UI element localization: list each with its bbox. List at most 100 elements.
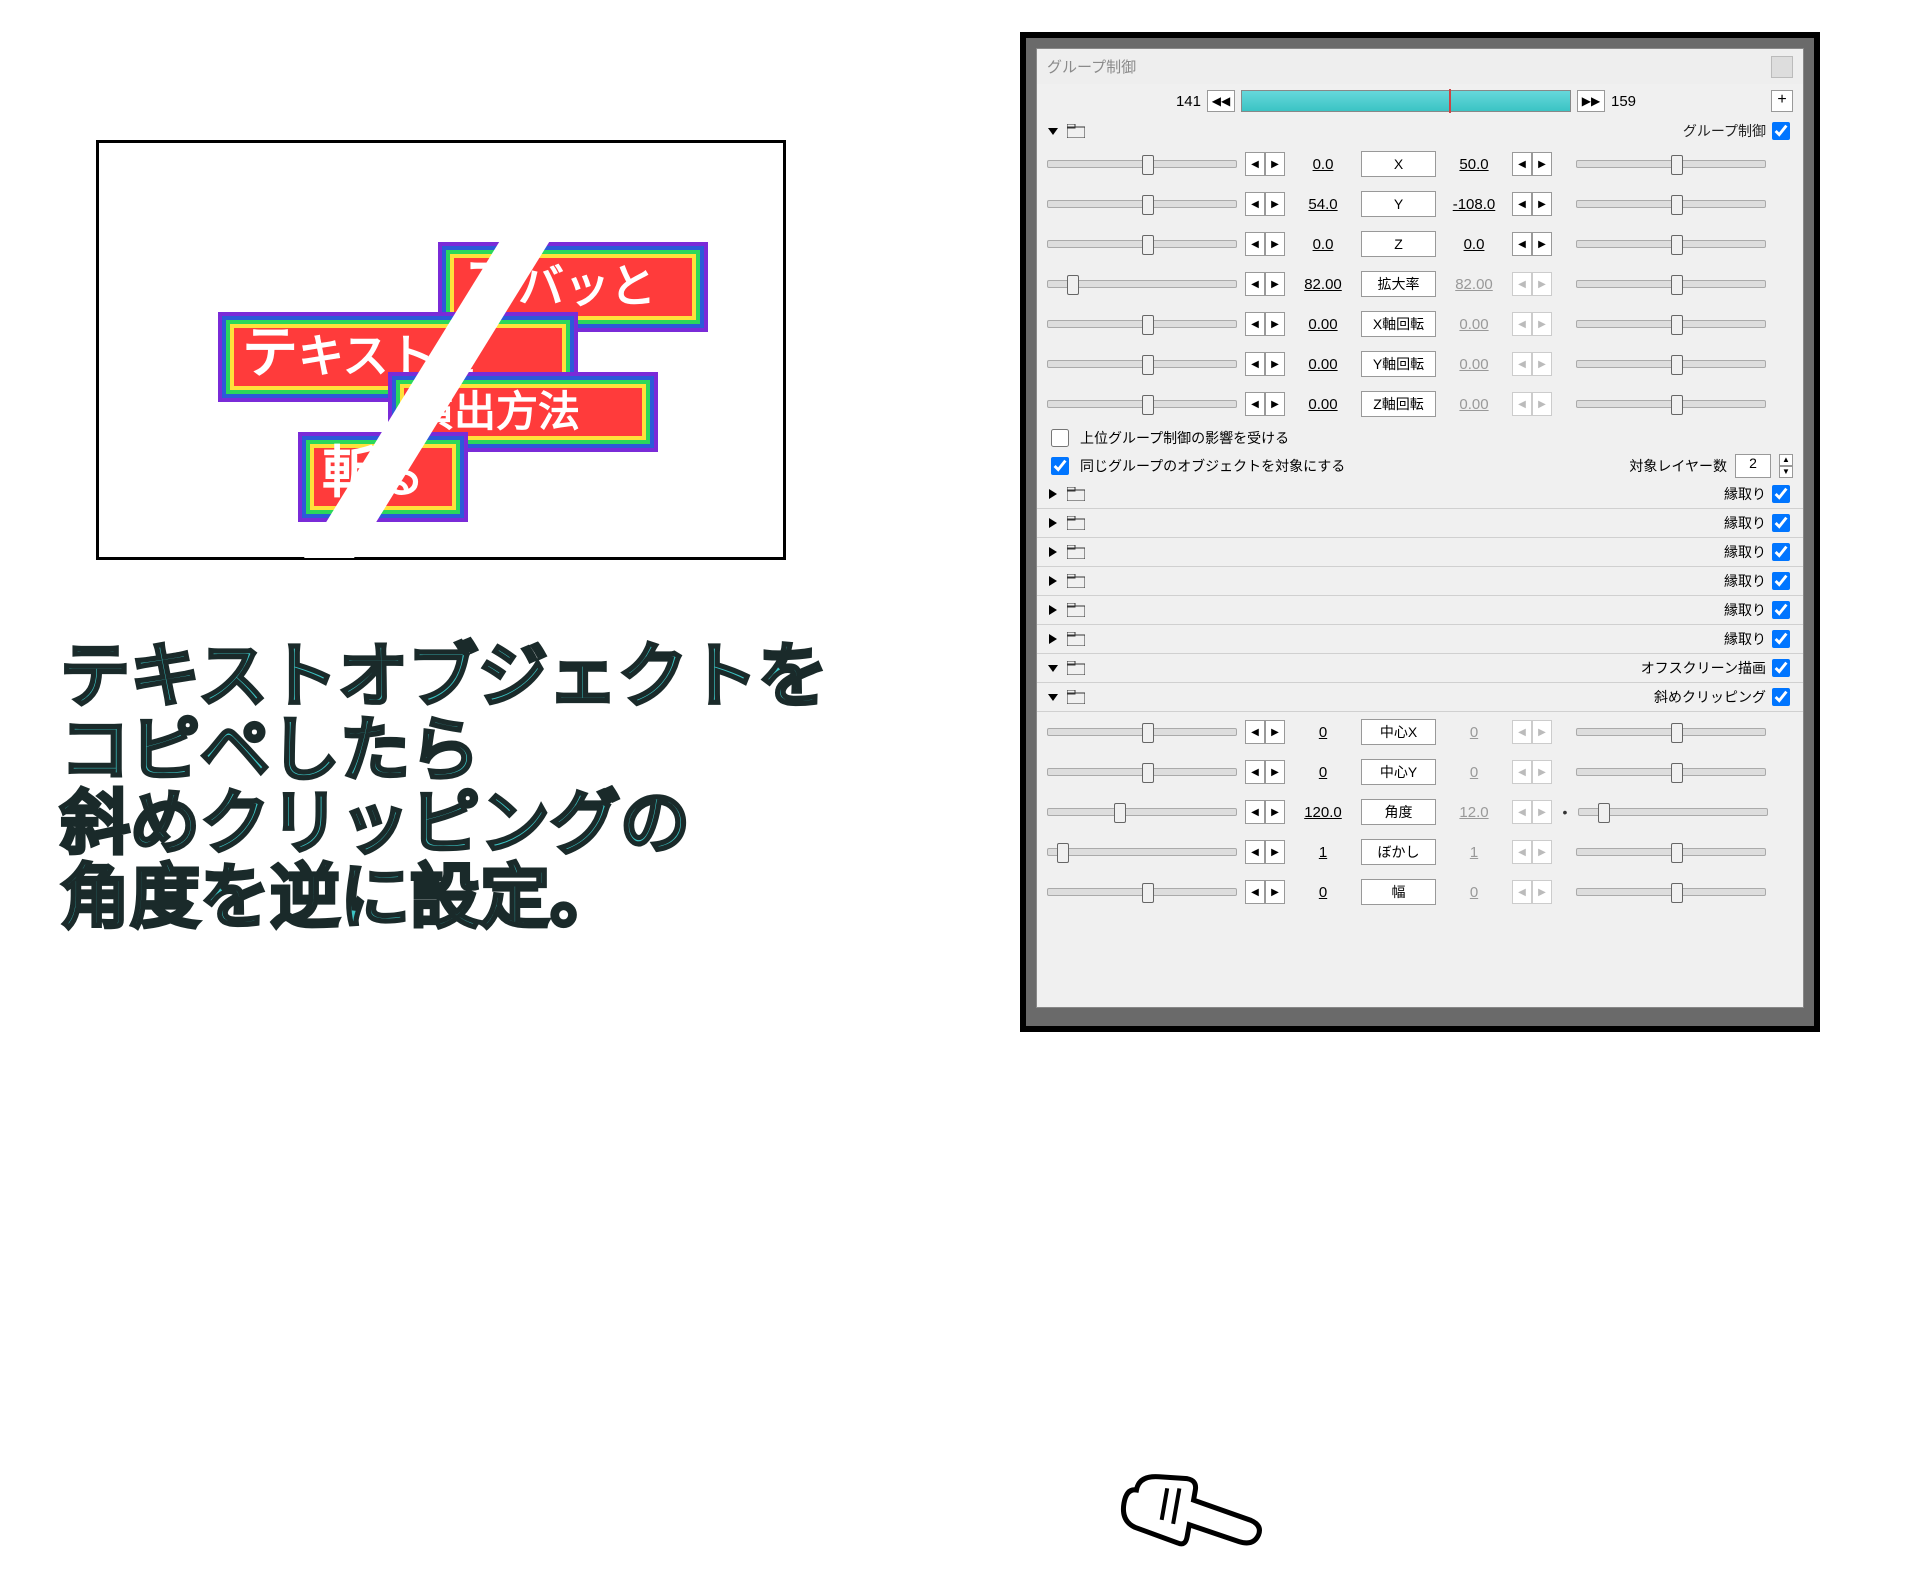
- stepper-right[interactable]: ◀▶: [1512, 760, 1552, 784]
- slider[interactable]: [1576, 728, 1766, 736]
- stepper-right[interactable]: ◀▶: [1512, 800, 1552, 824]
- add-button[interactable]: +: [1771, 90, 1793, 112]
- slider[interactable]: [1047, 160, 1237, 168]
- stepper-right[interactable]: ◀▶: [1512, 152, 1552, 176]
- slider[interactable]: [1047, 888, 1237, 896]
- border-checkbox[interactable]: [1772, 601, 1790, 619]
- slider[interactable]: [1576, 200, 1766, 208]
- param-name[interactable]: ぼかし: [1361, 839, 1436, 865]
- slider[interactable]: [1576, 160, 1766, 168]
- value-left[interactable]: 1: [1293, 844, 1353, 861]
- slider[interactable]: [1576, 400, 1766, 408]
- value-left[interactable]: 120.0: [1293, 804, 1353, 821]
- stepper-left[interactable]: ◀▶: [1245, 800, 1285, 824]
- slider[interactable]: [1047, 848, 1237, 856]
- collapse-icon[interactable]: [1047, 691, 1061, 703]
- value-left[interactable]: 0.0: [1293, 156, 1353, 173]
- param-name[interactable]: Y: [1361, 191, 1436, 217]
- value-right[interactable]: 0: [1444, 764, 1504, 781]
- slider[interactable]: [1047, 240, 1237, 248]
- stepper-left[interactable]: ◀▶: [1245, 720, 1285, 744]
- param-name[interactable]: 中心Y: [1361, 759, 1436, 785]
- slider[interactable]: [1576, 888, 1766, 896]
- expand-icon[interactable]: [1047, 633, 1061, 645]
- stepper-right[interactable]: ◀▶: [1512, 840, 1552, 864]
- stepper-left[interactable]: ◀▶: [1245, 232, 1285, 256]
- expand-icon[interactable]: [1047, 546, 1061, 558]
- param-name[interactable]: X軸回転: [1361, 311, 1436, 337]
- layer-down-button[interactable]: ▼: [1779, 466, 1793, 478]
- value-right[interactable]: 0: [1444, 884, 1504, 901]
- param-name[interactable]: 角度: [1361, 799, 1436, 825]
- value-right[interactable]: 50.0: [1444, 156, 1504, 173]
- slider[interactable]: [1047, 400, 1237, 408]
- param-name[interactable]: X: [1361, 151, 1436, 177]
- stepper-left[interactable]: ◀▶: [1245, 312, 1285, 336]
- layer-count-input[interactable]: 2: [1735, 454, 1771, 478]
- slider[interactable]: [1047, 768, 1237, 776]
- value-left[interactable]: 0.0: [1293, 236, 1353, 253]
- param-name[interactable]: Z軸回転: [1361, 391, 1436, 417]
- slider[interactable]: [1576, 280, 1766, 288]
- stepper-right[interactable]: ◀▶: [1512, 392, 1552, 416]
- collapse-icon[interactable]: [1047, 125, 1061, 137]
- slider[interactable]: [1047, 360, 1237, 368]
- stepper-right[interactable]: ◀▶: [1512, 272, 1552, 296]
- param-name[interactable]: 中心X: [1361, 719, 1436, 745]
- border-checkbox[interactable]: [1772, 572, 1790, 590]
- border-checkbox[interactable]: [1772, 514, 1790, 532]
- slider[interactable]: [1047, 280, 1237, 288]
- stepper-right[interactable]: ◀▶: [1512, 720, 1552, 744]
- stepper-right[interactable]: ◀▶: [1512, 312, 1552, 336]
- stepper-left[interactable]: ◀▶: [1245, 840, 1285, 864]
- value-right[interactable]: 0: [1444, 724, 1504, 741]
- timeline-track[interactable]: [1241, 90, 1571, 112]
- clip-checkbox[interactable]: [1772, 688, 1790, 706]
- slider[interactable]: [1576, 768, 1766, 776]
- expand-icon[interactable]: [1047, 575, 1061, 587]
- border-checkbox[interactable]: [1772, 630, 1790, 648]
- collapse-icon[interactable]: [1047, 662, 1061, 674]
- value-right[interactable]: 82.00: [1444, 276, 1504, 293]
- stepper-left[interactable]: ◀▶: [1245, 272, 1285, 296]
- offscreen-checkbox[interactable]: [1772, 659, 1790, 677]
- next-keyframe-button[interactable]: ▶▶: [1577, 90, 1605, 112]
- stepper-left[interactable]: ◀▶: [1245, 760, 1285, 784]
- value-right[interactable]: 12.0: [1444, 804, 1504, 821]
- prev-keyframe-button[interactable]: ◀◀: [1207, 90, 1235, 112]
- value-left[interactable]: 0: [1293, 724, 1353, 741]
- slider[interactable]: [1576, 848, 1766, 856]
- stepper-left[interactable]: ◀▶: [1245, 880, 1285, 904]
- param-name[interactable]: 拡大率: [1361, 271, 1436, 297]
- slider[interactable]: [1047, 728, 1237, 736]
- border-checkbox[interactable]: [1772, 485, 1790, 503]
- slider[interactable]: [1047, 808, 1237, 816]
- value-right[interactable]: 0.00: [1444, 396, 1504, 413]
- expand-icon[interactable]: [1047, 488, 1061, 500]
- value-left[interactable]: 0.00: [1293, 396, 1353, 413]
- stepper-left[interactable]: ◀▶: [1245, 192, 1285, 216]
- value-left[interactable]: 0: [1293, 884, 1353, 901]
- expand-icon[interactable]: [1047, 517, 1061, 529]
- value-right[interactable]: 0.00: [1444, 356, 1504, 373]
- value-right[interactable]: -108.0: [1444, 196, 1504, 213]
- value-left[interactable]: 0.00: [1293, 316, 1353, 333]
- close-button[interactable]: [1771, 56, 1793, 78]
- value-left[interactable]: 54.0: [1293, 196, 1353, 213]
- value-left[interactable]: 0: [1293, 764, 1353, 781]
- value-right[interactable]: 1: [1444, 844, 1504, 861]
- layer-up-button[interactable]: ▲: [1779, 454, 1793, 466]
- stepper-right[interactable]: ◀▶: [1512, 192, 1552, 216]
- value-right[interactable]: 0.00: [1444, 316, 1504, 333]
- slider[interactable]: [1578, 808, 1768, 816]
- value-left[interactable]: 82.00: [1293, 276, 1353, 293]
- slider[interactable]: [1047, 320, 1237, 328]
- stepper-right[interactable]: ◀▶: [1512, 232, 1552, 256]
- stepper-right[interactable]: ◀▶: [1512, 352, 1552, 376]
- param-name[interactable]: Y軸回転: [1361, 351, 1436, 377]
- stepper-right[interactable]: ◀▶: [1512, 880, 1552, 904]
- expand-icon[interactable]: [1047, 604, 1061, 616]
- slider[interactable]: [1576, 360, 1766, 368]
- group-control-checkbox[interactable]: [1772, 122, 1790, 140]
- stepper-left[interactable]: ◀▶: [1245, 392, 1285, 416]
